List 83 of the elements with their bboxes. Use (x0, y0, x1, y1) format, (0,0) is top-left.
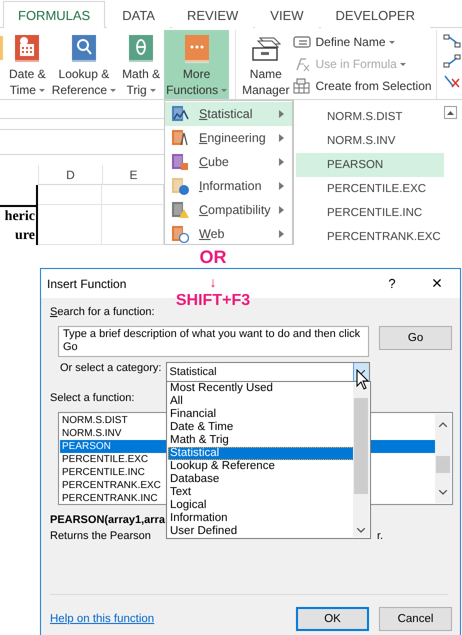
menu-item[interactable]: Engineering (165, 126, 292, 150)
ribbon-button[interactable]: Name Manager (240, 30, 292, 99)
list-item[interactable]: Lookup & Reference (168, 460, 356, 473)
trace-arrows-icon[interactable] (442, 54, 461, 68)
list-item[interactable]: Database (168, 473, 356, 486)
chevron-down-icon[interactable] (439, 490, 447, 495)
menu-item[interactable]: Cube (165, 150, 292, 174)
list-item[interactable]: Information (168, 512, 356, 525)
cancel-button[interactable]: Cancel (379, 607, 452, 631)
list-item[interactable]: User Defined (168, 525, 356, 538)
scroll-up-button[interactable] (444, 106, 457, 119)
triangle-up-icon (447, 110, 454, 114)
menu-item[interactable]: Compatibility (165, 198, 292, 222)
submenu-arrow-icon (279, 158, 284, 166)
search-field[interactable]: Type a brief description of what you want to do and then click Go (58, 326, 370, 357)
info-book-icon (171, 177, 189, 195)
chevron-down-icon[interactable] (357, 528, 365, 533)
tag-icon (293, 36, 312, 48)
submenu-arrow-icon (279, 110, 284, 118)
shortcut-annotation: SHIFT+F3 (176, 292, 250, 310)
list-item[interactable]: Text (168, 486, 356, 499)
list-item[interactable]: Most Recently Used (168, 382, 356, 395)
table-cell: heric ure (0, 205, 38, 245)
ribbon-tab[interactable]: FORMULAS (3, 1, 106, 28)
menu-item[interactable]: NORM.S.INV (296, 129, 444, 153)
or-annotation: OR (200, 246, 226, 268)
ribbon-button[interactable]: More Functions (164, 30, 230, 99)
table-cell (38, 205, 102, 245)
close-button[interactable]: × (414, 273, 460, 294)
ok-button[interactable]: OK (296, 607, 369, 631)
table-icon (293, 78, 312, 94)
trace-arrows-icon[interactable] (442, 34, 461, 48)
category-select[interactable]: Statistical (166, 362, 370, 382)
ribbon-button[interactable]: Date & Time (7, 30, 48, 99)
calendar-book-icon (14, 34, 40, 64)
magnifier-book-icon (70, 34, 97, 64)
ribbon-command[interactable]: Create from Selection (293, 76, 432, 96)
ellipsis-book-icon (184, 34, 210, 64)
help-button[interactable]: ? (370, 276, 414, 291)
menu-item[interactable]: NORM.S.DIST (296, 105, 444, 129)
table-cell (38, 185, 102, 205)
menu-item[interactable]: PERCENTILE.INC (296, 201, 444, 225)
list-item[interactable]: Financial (168, 408, 356, 421)
window-title: Insert Function (47, 276, 126, 290)
submenu-arrow-icon (279, 134, 284, 142)
ribbon-command[interactable]: Define Name (293, 32, 432, 52)
help-link[interactable]: Help on this function (50, 613, 286, 625)
scrollbar[interactable] (435, 414, 451, 503)
remove-arrows-icon[interactable] (442, 74, 461, 88)
menu-item[interactable]: PEARSON (296, 153, 444, 177)
list-item[interactable]: All (168, 395, 356, 408)
list-item[interactable]: Math & Trig (168, 434, 356, 447)
go-button[interactable]: Go (379, 326, 452, 350)
function-description: r. (377, 530, 384, 542)
search-label: Search for a function: (50, 306, 155, 320)
chart-book-icon (171, 105, 189, 123)
theta-book-icon (128, 34, 154, 64)
menu-item[interactable]: Web (165, 222, 292, 246)
compass-book-icon (171, 129, 189, 147)
warning-book-icon (171, 201, 189, 219)
function-syntax: PEARSON(array1,arra (50, 514, 165, 528)
list-item[interactable]: Logical (168, 499, 356, 512)
list-item[interactable]: Date & Time (168, 421, 356, 434)
scrollbar-thumb[interactable] (436, 456, 450, 473)
ribbon-button[interactable]: Math & Trig (120, 30, 162, 99)
function-label: Select a function: (50, 392, 134, 406)
ribbon-button[interactable]: Lookup & Reference (50, 30, 118, 99)
scrollbar-thumb[interactable] (354, 398, 368, 494)
function-description: Returns the Pearson (50, 530, 151, 542)
menu-item[interactable]: Statistical (165, 102, 292, 126)
chevron-up-icon[interactable] (439, 422, 447, 427)
list-item[interactable]: Statistical (168, 447, 356, 460)
submenu-arrow-icon (279, 206, 284, 214)
column-header[interactable]: D (38, 165, 102, 185)
category-label: Or select a category: (60, 362, 162, 376)
cube-book-icon (171, 153, 189, 171)
menu-item[interactable]: PERCENTRANK.EXC (296, 225, 444, 249)
menu-item[interactable]: Information (165, 174, 292, 198)
submenu-arrow-icon (279, 230, 284, 238)
arrow-annotation: ↓ (210, 273, 216, 292)
scrollbar[interactable] (353, 383, 369, 537)
menu-item[interactable]: PERCENTILE.EXC (296, 177, 444, 201)
submenu-arrow-icon (279, 182, 284, 190)
